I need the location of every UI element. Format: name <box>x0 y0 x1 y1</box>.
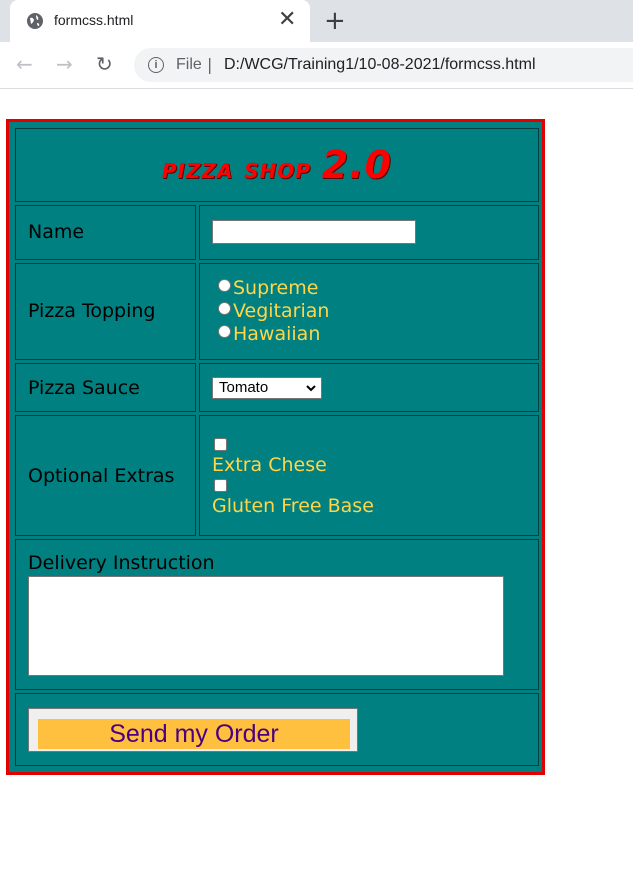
topping-option-label: Vegitarian <box>233 300 330 323</box>
close-icon[interactable]: ✕ <box>278 8 296 32</box>
topping-option-label: Supreme <box>233 277 319 300</box>
extras-label: Optional Extras <box>28 464 175 487</box>
tab-title: formcss.html <box>54 12 134 28</box>
info-icon[interactable]: i <box>148 57 164 73</box>
url-scheme-label: File <box>176 56 202 73</box>
extras-label-cell: Optional Extras <box>15 415 196 536</box>
page-title: pizza shop 2.0 <box>161 143 392 187</box>
topping-option-vegitarian[interactable]: Vegitarian <box>218 300 538 323</box>
topping-label: Pizza Topping <box>28 300 156 323</box>
checkbox-gluten-free[interactable] <box>214 478 227 492</box>
browser-tabstrip: formcss.html ✕ + <box>0 0 633 42</box>
order-form: pizza shop 2.0 Name Pizza Topping Suprem… <box>6 119 545 775</box>
url-text[interactable]: D:/WCG/Training1/10-08-2021/formcss.html <box>224 56 536 74</box>
plus-icon[interactable]: + <box>324 6 346 36</box>
delivery-cell: Delivery Instruction <box>15 538 539 690</box>
extra-cheese-label: Extra Chese <box>212 453 327 476</box>
url-separator: | <box>207 55 213 74</box>
delivery-label: Delivery Instruction <box>28 552 215 575</box>
name-input-cell <box>199 205 539 260</box>
sauce-label: Pizza Sauce <box>28 376 140 399</box>
sauce-selected-value: Tomato <box>219 378 269 396</box>
sauce-select[interactable]: Tomato <box>212 376 322 399</box>
extras-options-cell: Extra Chese Gluten Free Base <box>199 415 539 536</box>
radio-supreme[interactable] <box>218 278 231 292</box>
sauce-label-cell: Pizza Sauce <box>15 363 196 413</box>
radio-hawaiian[interactable] <box>218 324 231 338</box>
checkbox-extra-cheese[interactable] <box>214 437 227 451</box>
topping-label-cell: Pizza Topping <box>15 262 196 361</box>
shop-version: 2.0 <box>321 143 393 188</box>
name-label: Name <box>28 221 85 244</box>
address-bar[interactable]: i File | D:/WCG/Training1/10-08-2021/for… <box>134 48 633 82</box>
name-label-cell: Name <box>15 205 196 260</box>
globe-icon <box>27 13 43 29</box>
topping-option-label: Hawaiian <box>233 323 321 346</box>
title-cell: pizza shop 2.0 <box>15 128 539 203</box>
topping-option-hawaiian[interactable]: Hawaiian <box>218 323 538 346</box>
shop-name: pizza shop <box>161 152 312 186</box>
reload-icon[interactable]: ↻ <box>96 51 113 77</box>
sauce-select-cell: Tomato <box>199 363 539 413</box>
topping-option-supreme[interactable]: Supreme <box>218 277 538 300</box>
forward-arrow-icon[interactable]: → <box>56 51 73 77</box>
browser-toolbar: ← → ↻ i File | D:/WCG/Training1/10-08-20… <box>0 42 633 89</box>
send-order-button[interactable]: Send my Order <box>28 708 358 753</box>
submit-cell: Send my Order <box>15 692 539 766</box>
delivery-textarea[interactable] <box>28 576 504 677</box>
radio-vegitarian[interactable] <box>218 301 231 315</box>
back-arrow-icon[interactable]: ← <box>16 51 33 77</box>
send-order-label: Send my Order <box>38 719 350 750</box>
chevron-down-icon <box>305 378 317 404</box>
name-field[interactable] <box>212 220 416 245</box>
topping-options-cell: Supreme Vegitarian Hawaiian <box>199 262 539 361</box>
gluten-free-label: Gluten Free Base <box>212 494 374 517</box>
browser-tab[interactable]: formcss.html ✕ <box>10 0 310 42</box>
order-form-table: pizza shop 2.0 Name Pizza Topping Suprem… <box>12 125 542 769</box>
